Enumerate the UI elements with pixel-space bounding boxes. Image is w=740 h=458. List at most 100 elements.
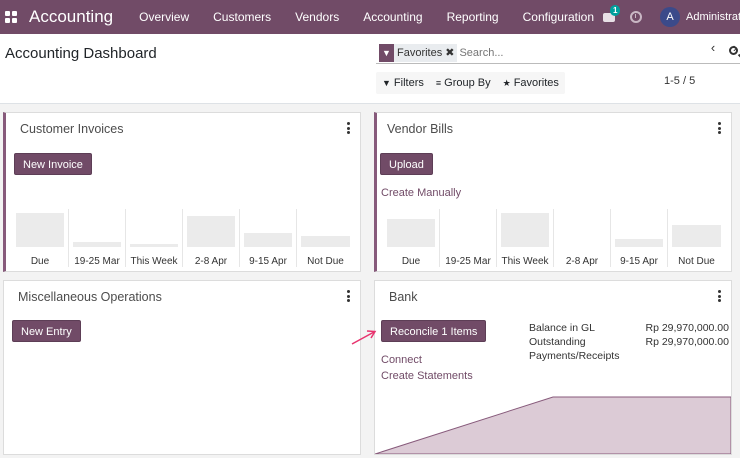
vendor-bills-graph[interactable]: Due 19-25 Mar This Week 2-8 Apr 9-15 Apr Not … [383,209,725,267]
card-menu-icon[interactable] [717,122,721,134]
graph-column[interactable]: 9-15 Apr [240,209,297,267]
annotation-arrow-icon [351,330,377,345]
graph-bar [672,225,721,247]
connect-link[interactable]: Connect [381,354,422,366]
graph-column[interactable]: Not Due [668,209,725,267]
navbar-systray: 1 A Administrator [602,0,740,34]
graph-bar [615,238,663,247]
card-bank: Bank Reconcile 1 Items Connect Create St… [374,280,732,455]
new-invoice-button[interactable]: New Invoice [14,153,92,175]
star-icon: ★ [502,77,511,88]
graph-column[interactable]: 9-15 Apr [611,209,668,267]
graph-column[interactable]: This Week [497,209,554,267]
graph-bar-label: 19-25 Mar [445,256,491,267]
menu-vendors[interactable]: Vendors [283,10,351,24]
graph-column[interactable]: 2-8 Apr [183,209,240,267]
card-vendor-bills: Vendor Bills Upload Create Manually Due 1… [374,112,732,272]
graph-column[interactable]: 19-25 Mar [440,209,497,267]
graph-bar-label: Due [30,256,50,267]
facet-label: Favorites [397,46,443,59]
graph-bar-label: 9-15 Apr [249,256,287,267]
pager-previous-icon[interactable]: ‹ [705,38,721,56]
graph-bar [16,213,64,247]
search-input[interactable] [459,46,730,59]
pager-value[interactable]: 1-5 / 5 [664,75,695,87]
upload-button[interactable]: Upload [380,153,433,175]
top-navbar: Accounting Overview Customers Vendors Ac… [0,0,740,34]
search-bar: ▼ Favorites ✖ [376,42,740,64]
main-menu: Overview Customers Vendors Accounting Re… [127,10,606,24]
page-title: Accounting Dashboard [5,45,157,62]
balance-value: Rp 29,970,000.00 [645,322,730,334]
funnel-icon: ▼ [382,78,391,88]
bars-icon: ≡ [435,78,442,88]
create-statements-link[interactable]: Create Statements [381,370,473,382]
menu-accounting[interactable]: Accounting [351,10,434,24]
graph-bar [130,244,178,247]
menu-overview[interactable]: Overview [127,10,201,24]
card-menu-icon[interactable] [346,290,350,302]
graph-bar-label: 9-15 Apr [620,256,658,267]
filter-toolbar: ▼ Filters ≡ Group By ★ Favorites [376,72,565,94]
customer-invoices-graph[interactable]: Due 19-25 Mar This Week 2-8 Apr 9-15 Apr Not … [12,209,354,267]
card-customer-invoices: Customer Invoices New Invoice Due 19-25 M… [3,112,361,272]
app-brand[interactable]: Accounting [29,7,113,27]
new-entry-button[interactable]: New Entry [12,320,81,342]
card-miscellaneous-operations: Miscellaneous Operations New Entry [3,280,361,455]
menu-configuration[interactable]: Configuration [511,10,606,24]
balance-row: Balance in GL Rp 29,970,000.00 [529,321,729,335]
balance-label: Balance in GL [529,322,595,334]
card-title[interactable]: Miscellaneous Operations [18,290,162,304]
graph-bar [244,232,292,247]
graph-bar-label: 2-8 Apr [194,256,228,267]
chat-icon[interactable]: 1 [602,5,621,25]
pager-next-icon[interactable]: › [727,38,740,56]
user-name[interactable]: Administrator [686,11,740,23]
outstanding-value: Rp 29,970,000.00 [645,336,730,348]
card-title[interactable]: Vendor Bills [387,122,453,136]
chat-badge: 1 [610,5,621,16]
card-title[interactable]: Bank [389,290,418,304]
graph-bar-label: Not Due [678,256,715,267]
card-menu-icon[interactable] [346,122,350,134]
user-avatar[interactable]: A [660,7,680,27]
graph-bar-label: This Week [501,256,549,267]
graph-column[interactable]: Due [12,209,69,267]
bank-area-fill [375,396,731,454]
outstanding-row: Outstanding Payments/Receipts Rp 29,970,… [529,335,729,363]
graph-bar-label: Not Due [307,256,344,267]
graph-bar [501,213,549,247]
outstanding-label: Outstanding Payments/Receipts [529,336,620,362]
control-panel: Accounting Dashboard ▼ Favorites ✖ ▼Filt… [0,34,740,104]
graph-bar-label: Due [401,256,421,267]
create-manually-link[interactable]: Create Manually [381,187,461,199]
search-facet: ▼ Favorites ✖ [379,43,458,62]
graph-bar-label: 19-25 Mar [74,256,120,267]
filter-icon: ▼ [379,43,394,62]
facet-close-icon[interactable]: ✖ [445,46,457,59]
graph-bar [301,235,350,247]
graph-column[interactable]: 2-8 Apr [554,209,611,267]
activity-clock-icon[interactable] [630,11,642,23]
menu-reporting[interactable]: Reporting [435,10,511,24]
graph-column[interactable]: Due [383,209,440,267]
bank-balance-area-graph[interactable] [375,391,731,454]
filters-button[interactable]: ▼ Filters [376,72,430,94]
graph-column[interactable]: This Week [126,209,183,267]
group-by-button[interactable]: ≡ Group By [430,72,497,94]
card-title[interactable]: Customer Invoices [20,122,124,136]
favorites-label: Favorites [513,77,559,89]
card-menu-icon[interactable] [717,290,721,302]
graph-bar [187,215,235,247]
favorites-button[interactable]: ★ Favorites [497,72,565,94]
graph-bar-label: 2-8 Apr [565,256,599,267]
group-by-label: Group By [444,77,491,89]
graph-bar [387,218,435,247]
bank-balance-summary: Balance in GL Rp 29,970,000.00 Outstandi… [529,321,729,363]
menu-customers[interactable]: Customers [201,10,283,24]
apps-menu-icon[interactable] [5,11,17,23]
graph-column[interactable]: 19-25 Mar [69,209,126,267]
reconcile-button[interactable]: Reconcile 1 Items [381,320,487,342]
graph-bar [73,242,121,247]
graph-column[interactable]: Not Due [297,209,354,267]
